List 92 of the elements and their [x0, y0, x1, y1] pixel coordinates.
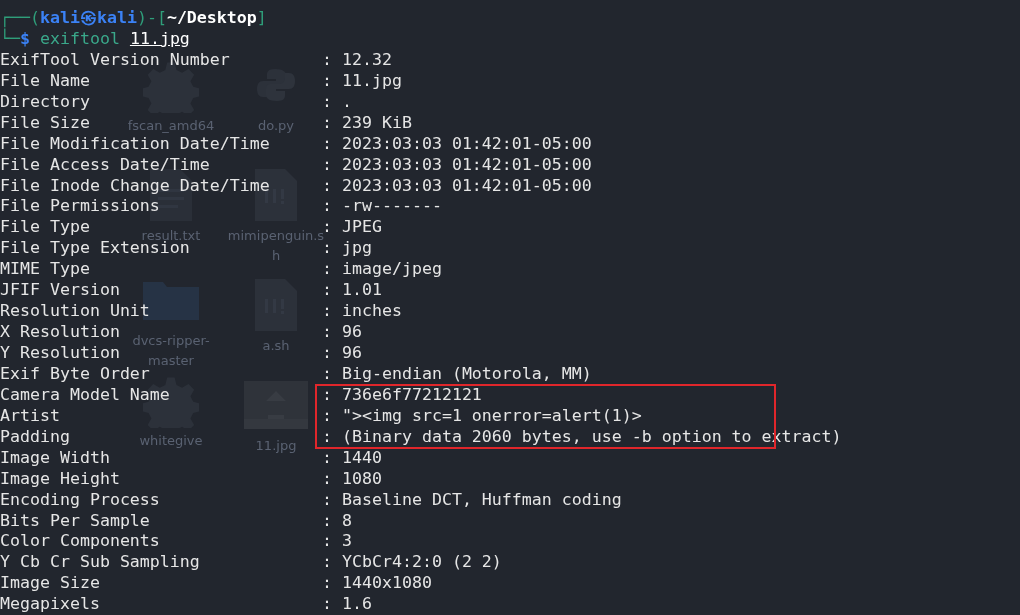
tag-value: JPEG	[342, 217, 382, 239]
icon-label[interactable]: a.sh	[262, 336, 290, 356]
tag-name: Encoding Process	[0, 489, 160, 509]
separator: :	[322, 133, 332, 155]
tag-name: JFIF Version	[0, 280, 120, 300]
separator: :	[322, 447, 332, 469]
tag-name: Artist	[0, 405, 60, 425]
tag-value: 11.jpg	[342, 70, 402, 92]
tag-value: 96	[342, 343, 362, 364]
tag-value: Big-endian (Motorola, MM)	[342, 363, 592, 385]
separator: :	[322, 531, 332, 553]
tag-value: 1.01	[342, 280, 382, 302]
tag-name: Resolution Unit	[0, 301, 150, 321]
command-argument: 11.jpg	[129, 28, 190, 48]
prompt-bracket: ]	[256, 8, 267, 27]
tag-value: 2023:03:03 01:42:01-05:00	[342, 154, 592, 176]
prompt-bracket: )-[	[136, 8, 167, 27]
tag-name: Image Width	[0, 447, 110, 467]
tag-value: 8	[342, 510, 352, 532]
tag-name: File Inode Change Date/Time	[0, 175, 270, 195]
prompt-corner: └─	[0, 28, 20, 48]
tag-value: -rw-------	[342, 196, 442, 218]
tag-value: jpg	[342, 238, 372, 260]
tag-value: inches	[342, 301, 402, 323]
separator: :	[322, 301, 332, 323]
tag-value: 1080	[342, 468, 382, 490]
tag-value: 2023:03:03 01:42:01-05:00	[342, 133, 592, 155]
icon-label[interactable]: fscan_amd64	[127, 116, 215, 136]
tag-name: Y Resolution	[0, 343, 120, 362]
prompt-symbol: ㉿	[79, 8, 97, 27]
separator: :	[322, 573, 332, 595]
prompt-user: kali	[39, 8, 80, 27]
separator: :	[322, 70, 332, 92]
separator: :	[322, 343, 332, 364]
tag-name: File Modification Date/Time	[0, 133, 270, 153]
tag-name: Bits Per Sample	[0, 510, 150, 530]
separator: :	[322, 280, 332, 302]
separator: :	[322, 510, 332, 532]
tag-value: 1440	[342, 447, 382, 469]
tag-value: 3	[342, 531, 352, 553]
tag-value: .	[342, 91, 352, 113]
prompt-path: ~/Desktop	[166, 8, 257, 27]
tag-name: File Permissions	[0, 196, 160, 216]
tag-name: Exif Byte Order	[0, 363, 150, 383]
tag-name: ExifTool Version Number	[0, 49, 230, 69]
tag-name: MIME Type	[0, 259, 90, 279]
tag-name: File Name	[0, 70, 90, 90]
prompt-bracket: ┌──(	[0, 8, 40, 27]
tag-name: Camera Model Name	[0, 384, 170, 404]
prompt-host: kali	[96, 8, 137, 27]
separator: :	[322, 594, 332, 615]
separator: :	[322, 322, 332, 343]
separator: :	[322, 426, 332, 448]
separator: :	[322, 384, 332, 406]
command-text: exiftool	[40, 28, 120, 48]
separator: :	[322, 363, 332, 385]
separator: :	[322, 112, 332, 134]
icon-label[interactable]: do.py	[257, 116, 295, 136]
tag-name: Padding	[0, 426, 70, 446]
tag-value: 2023:03:03 01:42:01-05:00	[342, 175, 592, 197]
tag-value: image/jpeg	[342, 259, 442, 281]
tag-value: 1.6	[342, 594, 372, 615]
tag-name: X Resolution	[0, 322, 120, 342]
prompt-dollar: $	[20, 28, 30, 48]
tag-value: Baseline DCT, Huffman coding	[342, 489, 622, 511]
icon-label[interactable]: whitegive	[139, 431, 203, 451]
tag-value: 96	[342, 322, 362, 343]
separator: :	[322, 196, 332, 218]
tag-value: "><img src=1 onerror=alert(1)>	[342, 405, 642, 427]
separator: :	[322, 405, 332, 427]
separator: :	[322, 468, 332, 490]
tag-name: File Size	[0, 112, 90, 132]
separator: :	[322, 91, 332, 113]
tag-name: Color Components	[0, 531, 160, 551]
tag-name: File Type	[0, 217, 90, 237]
tag-name: Image Size	[0, 573, 100, 593]
separator: :	[322, 154, 332, 176]
separator: :	[322, 49, 332, 71]
tag-name: Image Height	[0, 468, 120, 488]
tag-name: Megapixels	[0, 594, 100, 614]
tag-value: 12.32	[342, 49, 392, 71]
tag-value: 239 KiB	[342, 112, 412, 134]
tag-value: 1440x1080	[342, 573, 432, 595]
tag-value: 736e6f77212121	[342, 384, 482, 406]
tag-name: Directory	[0, 91, 90, 111]
icon-label[interactable]: 11.jpg	[255, 436, 297, 456]
tag-name: Y Cb Cr Sub Sampling	[0, 552, 200, 572]
separator: :	[322, 552, 332, 574]
separator: :	[322, 489, 332, 511]
separator: :	[322, 175, 332, 197]
tag-name: File Access Date/Time	[0, 154, 210, 174]
tag-value: YCbCr4:2:0 (2 2)	[342, 552, 502, 574]
